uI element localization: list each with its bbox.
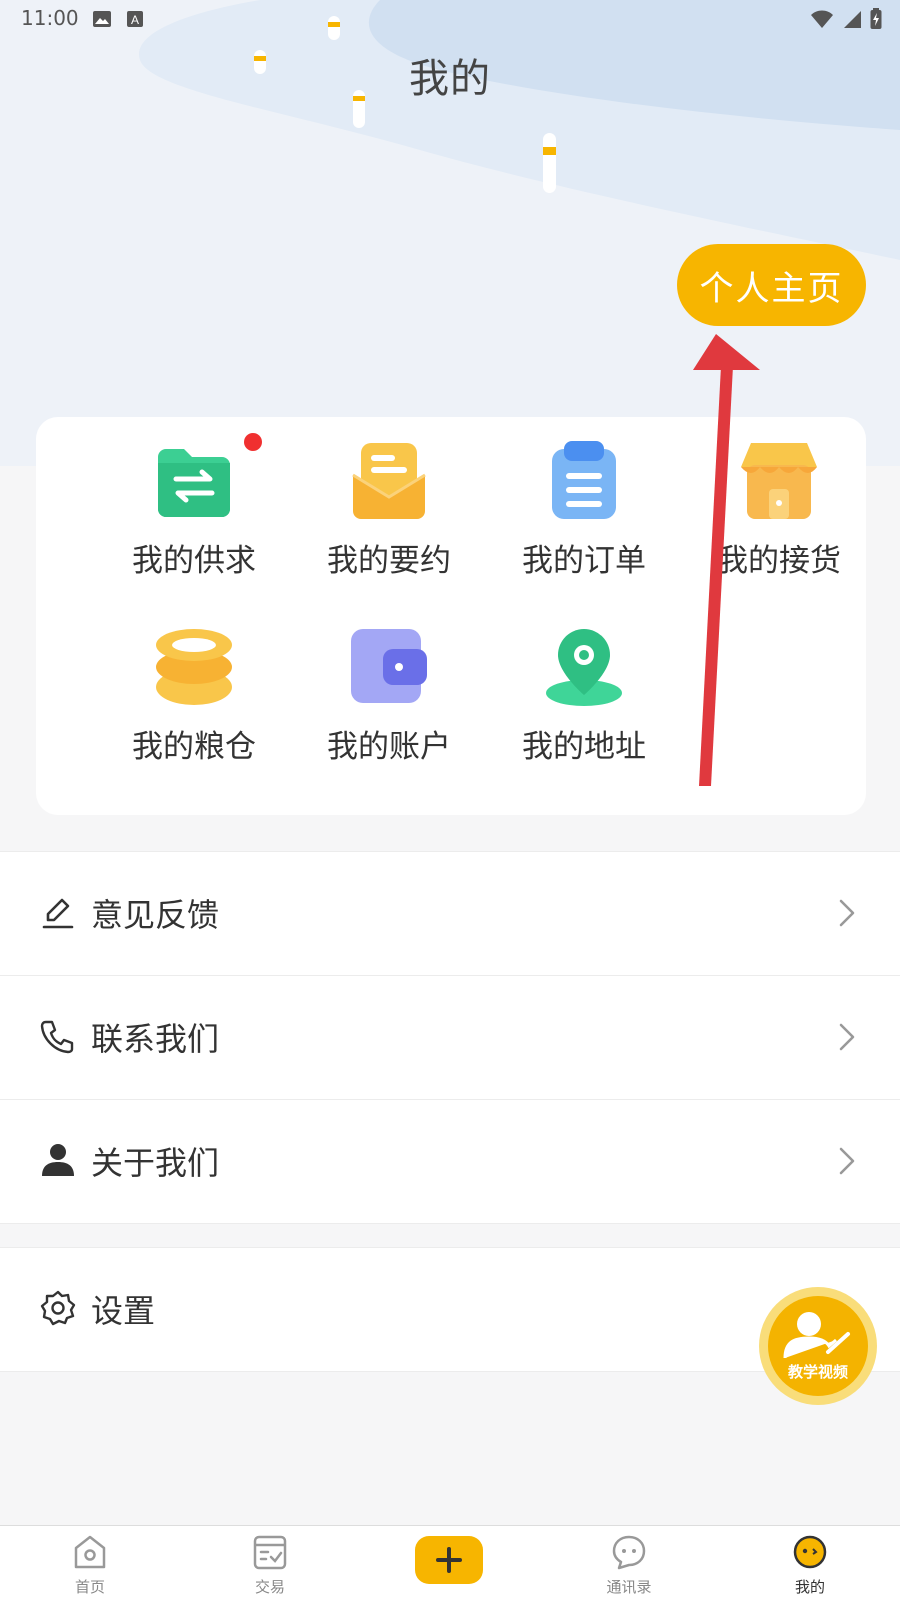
grid-item-receive[interactable]: 我的接货 [694, 417, 864, 579]
menu-item-label: 意见反馈 [91, 896, 220, 934]
my-services-card: 我的供求 我的要约 我的订单 我的接货 我的粮仓 我的账户 我的地址 [36, 417, 866, 815]
person-icon [42, 1144, 74, 1176]
add-button[interactable] [415, 1536, 483, 1584]
tab-label: 交易 [254, 1578, 285, 1596]
phone-icon [40, 1020, 74, 1054]
menu-item-label: 关于我们 [91, 1144, 220, 1182]
gallery-notification-icon [92, 9, 112, 33]
personal-homepage-button[interactable]: 个人主页 [677, 244, 866, 326]
chevron-right-icon [839, 1023, 855, 1051]
status-time: 11:00 [21, 6, 79, 30]
grid-item-supply-demand[interactable]: 我的供求 [109, 417, 279, 579]
tutorial-video-button[interactable]: 教学视频 [759, 1287, 877, 1405]
grid-item-label: 我的账户 [327, 729, 451, 765]
add-icon [436, 1547, 462, 1573]
wifi-icon [810, 9, 834, 34]
battery-icon [870, 8, 882, 35]
chevron-right-icon [839, 1147, 855, 1175]
tab-label: 我的 [794, 1578, 825, 1596]
home-icon [74, 1535, 106, 1569]
tab-label: 首页 [74, 1578, 105, 1596]
menu-list: 意见反馈 联系我们 关于我们 [0, 851, 900, 1224]
signal-icon [842, 9, 862, 34]
tab-contacts[interactable]: 通讯录 [569, 1526, 689, 1601]
text-notification-icon: A [126, 9, 144, 33]
grid-item-label: 我的粮仓 [132, 729, 256, 765]
status-bar: 11:00 A [0, 0, 900, 36]
tab-mine[interactable]: 我的 [750, 1526, 870, 1601]
tab-home[interactable]: 首页 [30, 1526, 150, 1601]
menu-item-feedback[interactable]: 意见反馈 [0, 851, 900, 975]
menu-item-contact[interactable]: 联系我们 [0, 975, 900, 1099]
grid-item-order[interactable]: 我的订单 [499, 417, 669, 579]
granary-stack-icon [156, 629, 232, 705]
gear-icon [40, 1290, 76, 1326]
edit-pen-icon [42, 898, 74, 929]
page-title: 我的 [409, 56, 491, 102]
grid-item-address[interactable]: 我的地址 [499, 603, 669, 765]
grid-item-label: 我的要约 [327, 543, 451, 579]
trade-icon [253, 1535, 287, 1570]
grid-item-label: 我的地址 [522, 729, 646, 765]
grid-item-label: 我的供求 [132, 543, 256, 579]
grid-item-label: 我的订单 [522, 543, 646, 579]
grid-item-account[interactable]: 我的账户 [304, 603, 474, 765]
contacts-chat-icon [612, 1535, 646, 1570]
grid-item-granary[interactable]: 我的粮仓 [109, 603, 279, 765]
menu-item-label: 联系我们 [91, 1020, 220, 1058]
mine-face-icon [793, 1535, 827, 1569]
wallet-icon [351, 629, 427, 703]
grid-item-offer[interactable]: 我的要约 [304, 417, 474, 579]
bottom-tab-bar: 首页 交易 通讯录 我的 [0, 1525, 900, 1601]
notification-dot [244, 433, 262, 451]
svg-text:A: A [131, 13, 139, 27]
order-clipboard-icon [552, 441, 616, 519]
tab-trade[interactable]: 交易 [210, 1526, 330, 1601]
tutorial-video-label: 教学视频 [787, 1363, 848, 1381]
grid-item-label: 我的接货 [717, 543, 841, 579]
receive-store-icon [741, 443, 817, 519]
offer-envelope-icon [352, 443, 426, 519]
location-pin-icon [546, 629, 622, 706]
chevron-right-icon [839, 899, 855, 927]
supply-demand-icon [158, 449, 230, 517]
menu-item-about[interactable]: 关于我们 [0, 1099, 900, 1224]
menu-item-label: 设置 [91, 1292, 156, 1330]
tab-label: 通讯录 [606, 1578, 652, 1596]
